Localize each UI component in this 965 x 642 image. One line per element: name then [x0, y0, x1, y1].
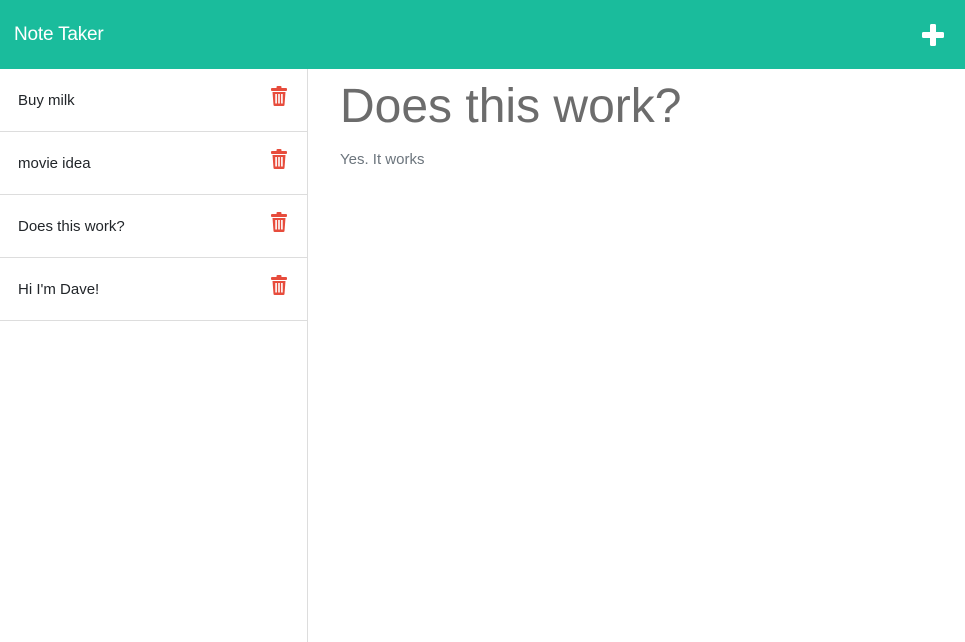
- trash-icon: [271, 149, 287, 169]
- note-list-item[interactable]: movie idea: [0, 132, 307, 195]
- delete-note-button[interactable]: [271, 212, 287, 232]
- note-list-item-title: movie idea: [18, 154, 91, 172]
- note-list-item[interactable]: Buy milk: [0, 69, 307, 132]
- delete-note-button[interactable]: [271, 149, 287, 169]
- trash-icon: [271, 275, 287, 295]
- note-editor: Does this work? Yes. It works: [308, 69, 965, 642]
- navbar: Note Taker: [0, 0, 965, 69]
- app-title[interactable]: Note Taker: [14, 24, 104, 46]
- note-list-item[interactable]: Does this work?: [0, 195, 307, 258]
- note-list-item-title: Does this work?: [18, 217, 125, 235]
- new-note-button[interactable]: [921, 23, 945, 47]
- note-text-field[interactable]: Yes. It works: [340, 151, 933, 168]
- plus-icon: [922, 23, 944, 46]
- delete-note-button[interactable]: [271, 275, 287, 295]
- note-list-item-title: Hi I'm Dave!: [18, 280, 100, 298]
- note-title-field[interactable]: Does this work?: [340, 79, 933, 135]
- note-list-item[interactable]: Hi I'm Dave!: [0, 258, 307, 321]
- trash-icon: [271, 212, 287, 232]
- note-list: Buy milk movie idea Does this work? Hi I…: [0, 69, 308, 642]
- delete-note-button[interactable]: [271, 86, 287, 106]
- note-list-item-title: Buy milk: [18, 91, 75, 109]
- trash-icon: [271, 86, 287, 106]
